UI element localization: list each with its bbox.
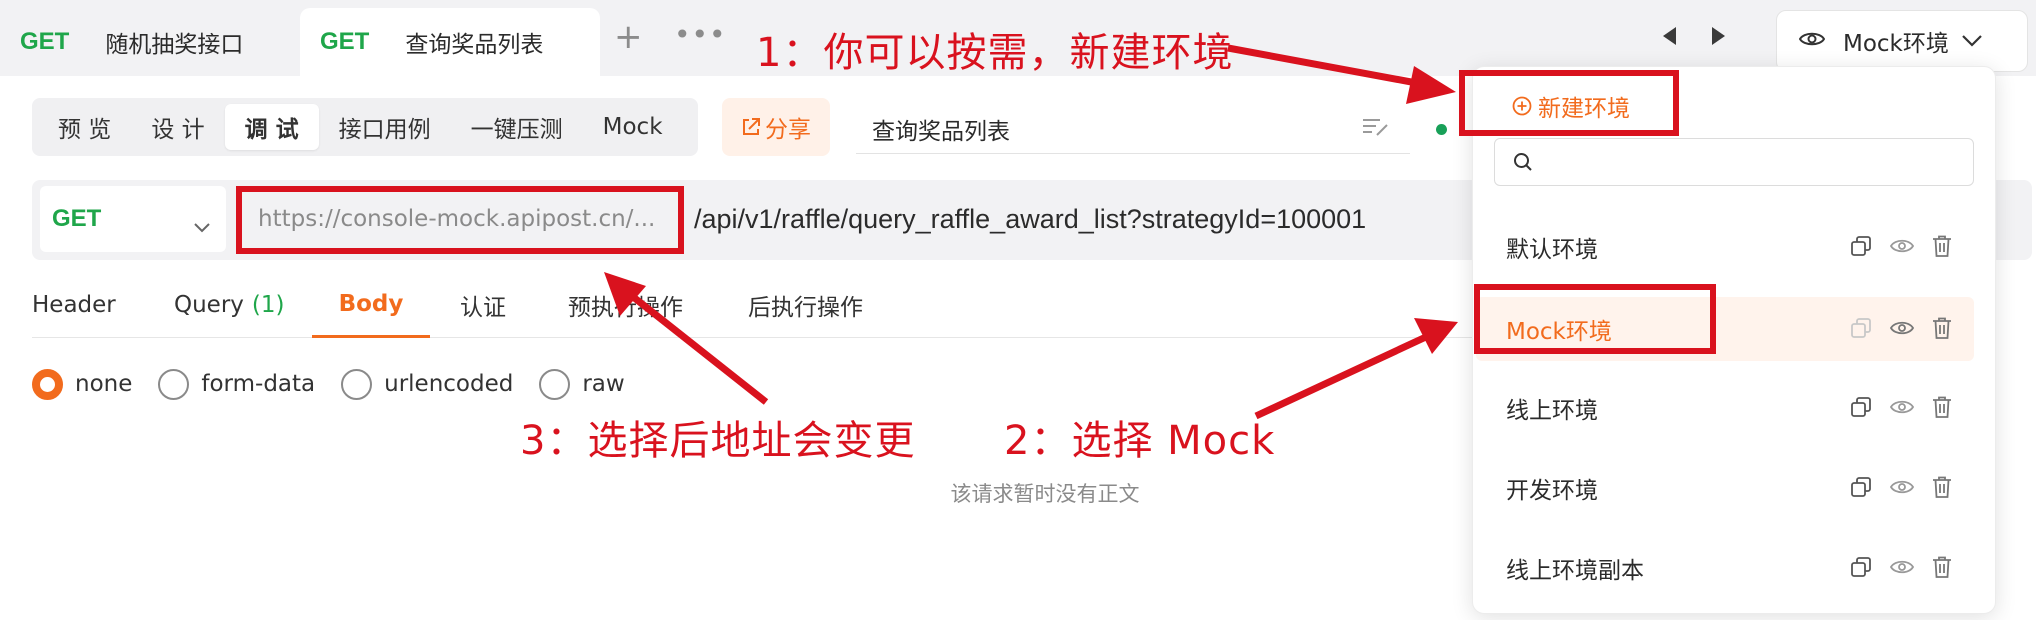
search-icon (1514, 153, 1532, 171)
body-type-group: none form-data urlencoded raw (32, 364, 651, 404)
body-type-raw[interactable]: raw (539, 368, 625, 400)
chevron-down-icon (1961, 28, 1983, 54)
tab-body-label: Body (338, 290, 404, 317)
eye-icon[interactable] (1890, 559, 1914, 575)
edit-description-icon[interactable] (1362, 117, 1390, 141)
api-name-field[interactable]: 查询奖品列表 (856, 104, 1410, 154)
tab-next-icon[interactable] (1712, 27, 1725, 45)
tab-title: 查询奖品列表 (405, 32, 544, 58)
request-tabs: Header Query (1) Body 认证 预执行操作 后执行操作 (32, 272, 1472, 338)
environment-item-actions (1832, 317, 1952, 339)
environment-search (1494, 138, 1974, 186)
mode-stress-test[interactable]: 一键压测 (451, 104, 583, 150)
trash-icon[interactable] (1932, 476, 1952, 498)
share-label: 分享 (765, 117, 811, 143)
annotation-box-base-url (236, 186, 684, 254)
environment-select[interactable]: Mock环境 (1776, 10, 2028, 72)
radio-icon (341, 368, 373, 400)
url-path-input[interactable]: /api/v1/raffle/query_raffle_award_list?s… (694, 196, 1366, 242)
eye-icon (1798, 28, 1826, 54)
copy-icon[interactable] (1850, 235, 1872, 257)
body-type-urlencoded[interactable]: urlencoded (341, 368, 514, 400)
body-type-none[interactable]: none (32, 368, 133, 400)
tab-pre-script-label: 预执行操作 (568, 295, 683, 321)
tab-query-label: Query (174, 292, 244, 318)
body-type-label: none (75, 371, 133, 397)
trash-icon[interactable] (1932, 396, 1952, 418)
method-select-value: GET (52, 205, 102, 232)
tab-header[interactable]: Header (32, 272, 116, 338)
chevron-down-icon (194, 212, 210, 240)
mode-preview[interactable]: 预 览 (38, 104, 131, 150)
body-type-label: form-data (201, 371, 316, 397)
annotation-box-new-env (1459, 70, 1679, 136)
environment-item[interactable]: 开发环境 (1476, 456, 1974, 520)
body-type-label: raw (582, 371, 625, 397)
environment-item[interactable]: 线上环境副本 (1476, 536, 1974, 600)
tab-pre-script[interactable]: 预执行操作 (568, 272, 683, 338)
share-button[interactable]: 分享 (722, 98, 830, 156)
trash-icon[interactable] (1932, 317, 1952, 339)
mode-test-cases[interactable]: 接口用例 (319, 104, 451, 150)
tab-query-count: (1) (251, 292, 285, 318)
annotation-note-1: 1：你可以按需，新建环境 (756, 30, 1234, 76)
empty-body-text: 该请求暂时没有正文 (950, 482, 1140, 506)
environment-item-actions (1832, 235, 1952, 257)
environment-item-label: 开发环境 (1506, 478, 1598, 504)
environment-item-actions (1832, 556, 1952, 578)
trash-icon[interactable] (1932, 235, 1952, 257)
tab-post-script[interactable]: 后执行操作 (748, 272, 863, 338)
tab-prev-icon[interactable] (1663, 27, 1676, 45)
copy-icon[interactable] (1850, 476, 1872, 498)
radio-checked-icon (32, 368, 63, 400)
status-dot (1436, 124, 1447, 135)
more-icon[interactable]: ••• (674, 18, 727, 51)
tab-post-script-label: 后执行操作 (748, 295, 863, 321)
share-icon (743, 118, 760, 135)
environment-select-value: Mock环境 (1843, 31, 1949, 57)
tab-method: GET (320, 28, 370, 55)
request-tab[interactable]: GET 随机抽奖接口 (20, 8, 243, 76)
tab-auth-label: 认证 (460, 295, 506, 321)
method-select[interactable]: GET (40, 186, 226, 252)
mode-segmented-control: 预 览 设 计 调 试 接口用例 一键压测 Mock (32, 98, 698, 156)
environment-item-actions (1832, 396, 1952, 418)
eye-icon[interactable] (1890, 399, 1914, 415)
arrow-note-2 (1254, 332, 1430, 420)
tab-query[interactable]: Query (1) (174, 272, 285, 338)
annotation-note-3: 3：选择后地址会变更 (520, 418, 916, 464)
tab-header-label: Header (32, 292, 116, 318)
copy-icon[interactable] (1850, 317, 1872, 339)
environment-search-input[interactable] (1543, 150, 1963, 174)
radio-icon (158, 368, 190, 400)
eye-icon[interactable] (1890, 238, 1914, 254)
environment-item-label: 线上环境副本 (1506, 558, 1644, 584)
tab-body[interactable]: Body (312, 272, 430, 338)
eye-icon[interactable] (1890, 479, 1914, 495)
new-tab-icon[interactable]: + (614, 20, 643, 54)
eye-icon[interactable] (1890, 320, 1914, 336)
environment-item[interactable]: 线上环境 (1476, 376, 1974, 440)
body-type-form-data[interactable]: form-data (158, 368, 316, 400)
mode-design[interactable]: 设 计 (131, 104, 224, 150)
trash-icon[interactable] (1932, 556, 1952, 578)
copy-icon[interactable] (1850, 396, 1872, 418)
annotation-box-mock-env (1474, 284, 1716, 354)
mode-debug[interactable]: 调 试 (224, 104, 319, 150)
tab-title: 随机抽奖接口 (105, 32, 244, 58)
environment-item-label: 线上环境 (1506, 398, 1598, 424)
tab-method: GET (20, 28, 70, 55)
environment-item[interactable]: 默认环境 (1476, 215, 1974, 279)
environment-item-actions (1832, 476, 1952, 498)
annotation-note-2: 2：选择 Mock (1004, 418, 1276, 464)
copy-icon[interactable] (1850, 556, 1872, 578)
api-name-text: 查询奖品列表 (872, 118, 1010, 145)
body-type-label: urlencoded (384, 371, 514, 397)
request-tab-active[interactable]: GET 查询奖品列表 (300, 8, 600, 76)
environment-item-label: 默认环境 (1506, 237, 1598, 263)
tab-auth[interactable]: 认证 (460, 272, 506, 338)
mode-mock[interactable]: Mock (583, 104, 683, 150)
radio-icon (539, 368, 571, 400)
